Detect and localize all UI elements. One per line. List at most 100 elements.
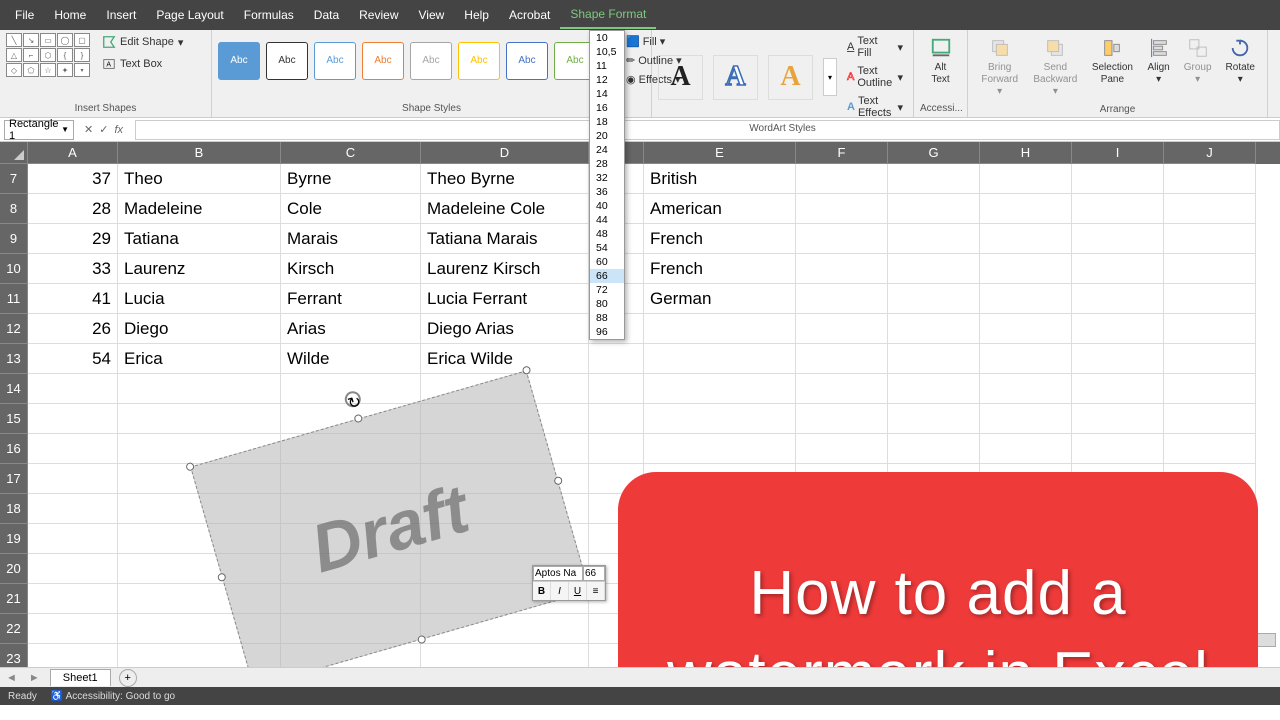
- cell[interactable]: [888, 284, 980, 314]
- cell[interactable]: [118, 554, 281, 584]
- cell[interactable]: [1164, 314, 1256, 344]
- alt-text-button[interactable]: Alt Text: [920, 33, 961, 90]
- cell[interactable]: [28, 614, 118, 644]
- cell[interactable]: [421, 614, 589, 644]
- cell[interactable]: [589, 374, 644, 404]
- cell[interactable]: 29: [28, 224, 118, 254]
- row-header[interactable]: 7: [0, 164, 28, 194]
- row-header[interactable]: 15: [0, 404, 28, 434]
- tab-insert[interactable]: Insert: [96, 2, 146, 28]
- row-header[interactable]: 21: [0, 584, 28, 614]
- fontsize-option[interactable]: 54: [590, 241, 624, 255]
- cell[interactable]: [644, 344, 796, 374]
- text-box-button[interactable]: AText Box: [98, 55, 187, 73]
- cell[interactable]: [281, 614, 421, 644]
- cell[interactable]: [589, 434, 644, 464]
- cell[interactable]: [980, 194, 1072, 224]
- row-header[interactable]: 12: [0, 314, 28, 344]
- fontsize-option[interactable]: 14: [590, 87, 624, 101]
- tab-help[interactable]: Help: [454, 2, 499, 28]
- fontsize-option[interactable]: 20: [590, 129, 624, 143]
- cell[interactable]: [421, 404, 589, 434]
- cell[interactable]: Theo: [118, 164, 281, 194]
- cell[interactable]: [888, 314, 980, 344]
- cell[interactable]: [980, 224, 1072, 254]
- rotate-button[interactable]: Rotate ▾: [1220, 33, 1261, 102]
- tab-view[interactable]: View: [409, 2, 455, 28]
- cell[interactable]: [796, 404, 888, 434]
- cell[interactable]: [644, 374, 796, 404]
- fontsize-option[interactable]: 16: [590, 101, 624, 115]
- mini-font-input[interactable]: [533, 566, 583, 581]
- cell[interactable]: [888, 164, 980, 194]
- fontsize-option[interactable]: 44: [590, 213, 624, 227]
- cell[interactable]: [28, 584, 118, 614]
- cell[interactable]: [28, 524, 118, 554]
- cell[interactable]: [421, 464, 589, 494]
- cell[interactable]: 26: [28, 314, 118, 344]
- cell[interactable]: [118, 374, 281, 404]
- cell[interactable]: [644, 314, 796, 344]
- fontsize-option[interactable]: 32: [590, 171, 624, 185]
- cell[interactable]: [28, 374, 118, 404]
- cell[interactable]: [421, 374, 589, 404]
- select-all-corner[interactable]: [0, 142, 28, 164]
- cell[interactable]: American: [644, 194, 796, 224]
- column-header[interactable]: E: [644, 142, 796, 164]
- fontsize-option[interactable]: 48: [590, 227, 624, 241]
- column-header[interactable]: D: [421, 142, 589, 164]
- cell[interactable]: [28, 494, 118, 524]
- cell[interactable]: Kirsch: [281, 254, 421, 284]
- tab-data[interactable]: Data: [304, 2, 349, 28]
- cell[interactable]: [796, 254, 888, 284]
- cell[interactable]: [888, 194, 980, 224]
- cell[interactable]: [28, 644, 118, 667]
- column-header[interactable]: F: [796, 142, 888, 164]
- fontsize-option[interactable]: 96: [590, 325, 624, 339]
- cell[interactable]: [1072, 194, 1164, 224]
- name-box[interactable]: Rectangle 1▼: [4, 120, 74, 140]
- cell[interactable]: French: [644, 224, 796, 254]
- cell[interactable]: [118, 404, 281, 434]
- cell[interactable]: [1072, 224, 1164, 254]
- add-sheet-button[interactable]: +: [119, 669, 137, 687]
- cell[interactable]: Tatiana: [118, 224, 281, 254]
- accessibility-status[interactable]: ♿ Accessibility: Good to go: [51, 691, 175, 702]
- cell[interactable]: [589, 404, 644, 434]
- cell[interactable]: Tatiana Marais: [421, 224, 589, 254]
- column-header[interactable]: H: [980, 142, 1072, 164]
- cell[interactable]: Theo Byrne: [421, 164, 589, 194]
- cell[interactable]: [980, 284, 1072, 314]
- cell[interactable]: [281, 434, 421, 464]
- cell[interactable]: [281, 464, 421, 494]
- fontsize-option[interactable]: 11: [590, 59, 624, 73]
- sheet-nav-prev[interactable]: ◄: [0, 672, 23, 684]
- cell[interactable]: [421, 524, 589, 554]
- text-fill-button[interactable]: A Text Fill ▾: [843, 33, 907, 61]
- tab-formulas[interactable]: Formulas: [234, 2, 304, 28]
- cell[interactable]: [980, 164, 1072, 194]
- cell[interactable]: [980, 314, 1072, 344]
- sheet-nav-next[interactable]: ►: [23, 672, 46, 684]
- text-outline-button[interactable]: A Text Outline ▾: [843, 63, 907, 91]
- cell[interactable]: Lucia: [118, 284, 281, 314]
- cell[interactable]: 37: [28, 164, 118, 194]
- row-header[interactable]: 16: [0, 434, 28, 464]
- cell[interactable]: [888, 434, 980, 464]
- cell[interactable]: [1164, 194, 1256, 224]
- cell[interactable]: [1072, 314, 1164, 344]
- cell[interactable]: [421, 644, 589, 667]
- cell[interactable]: [281, 644, 421, 667]
- row-header[interactable]: 14: [0, 374, 28, 404]
- fontsize-option[interactable]: 80: [590, 297, 624, 311]
- column-header[interactable]: C: [281, 142, 421, 164]
- sheet-tab[interactable]: Sheet1: [50, 669, 111, 686]
- cell[interactable]: Laurenz Kirsch: [421, 254, 589, 284]
- cell[interactable]: Cole: [281, 194, 421, 224]
- fontsize-option[interactable]: 24: [590, 143, 624, 157]
- cell[interactable]: [281, 554, 421, 584]
- column-header[interactable]: A: [28, 142, 118, 164]
- cell[interactable]: [796, 344, 888, 374]
- cell[interactable]: Madeleine: [118, 194, 281, 224]
- cell[interactable]: [1164, 224, 1256, 254]
